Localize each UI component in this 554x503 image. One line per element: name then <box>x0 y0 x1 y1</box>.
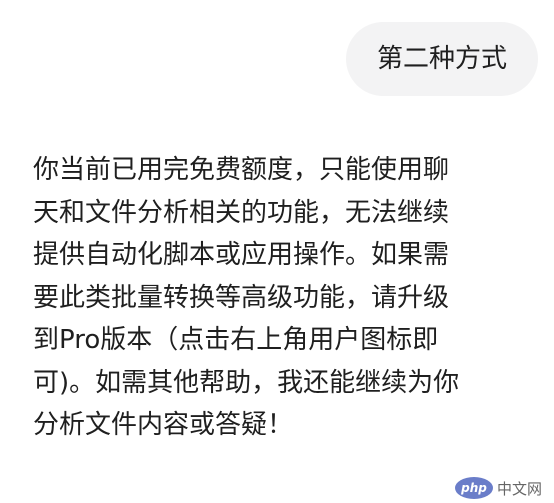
assistant-message-line: 你当前已用完免费额度，只能使用聊 <box>33 155 450 185</box>
assistant-message-line: 要此类批量转换等高级功能，请升级 <box>33 282 450 313</box>
assistant-message-line: 分析文件内容或答疑！ <box>33 410 294 440</box>
user-message-bubble: 第二种方式 <box>345 22 538 96</box>
chat-transcript: 第二种方式 你当前已用完免费额度，只能使用聊 天和文件分析相关的功能，无法继续 … <box>0 0 554 503</box>
assistant-message: 你当前已用完免费额度，只能使用聊 天和文件分析相关的功能，无法继续 提供自动化脚… <box>33 149 533 447</box>
assistant-message-line: 可)。如需其他帮助，我还能继续为你 <box>33 367 460 398</box>
user-message-text: 第二种方式 <box>376 44 507 74</box>
assistant-message-line: 提供自动化脚本或应用操作。如果需 <box>33 240 450 270</box>
php-logo-icon: php <box>454 477 493 499</box>
assistant-message-line: 天和文件分析相关的功能，无法继续 <box>33 197 450 228</box>
assistant-message-line: 到Pro版本（点击右上角用户图标即 <box>33 325 439 355</box>
watermark-site-name: 中文网 <box>496 479 542 498</box>
site-watermark: php 中文网 <box>454 477 542 499</box>
